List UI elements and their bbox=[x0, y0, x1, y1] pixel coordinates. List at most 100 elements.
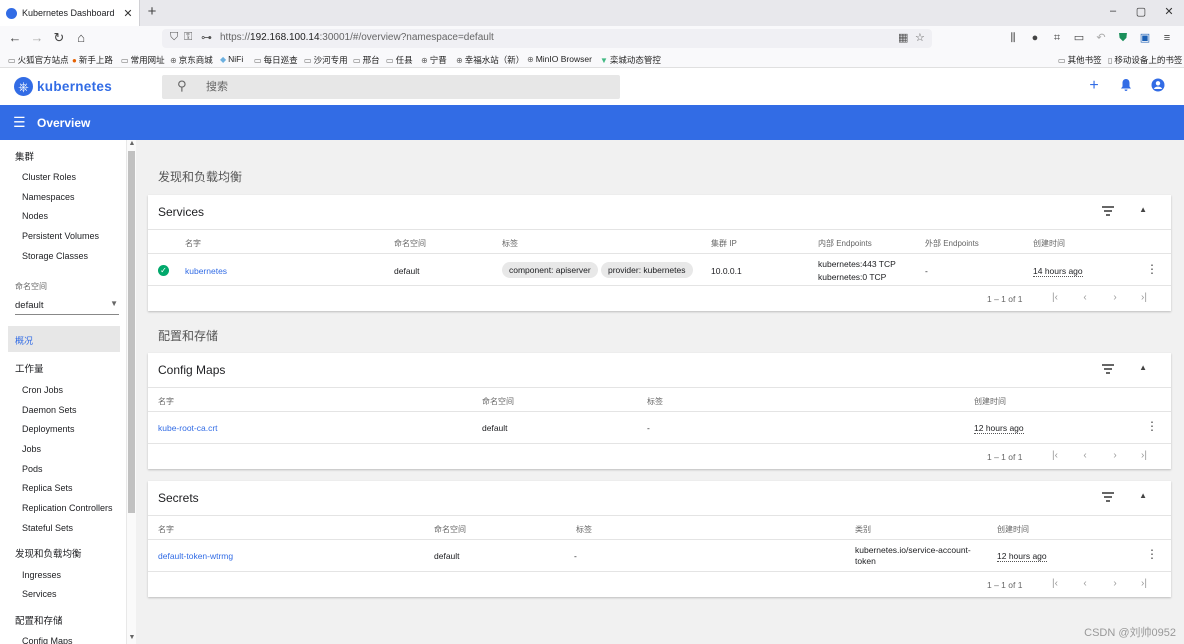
sidebar-item-stateful-sets[interactable]: Stateful Sets bbox=[22, 523, 73, 533]
bookmark-star-icon[interactable]: ☆ bbox=[915, 31, 925, 44]
create-plus-icon[interactable]: + bbox=[1086, 78, 1102, 94]
filter-icon[interactable] bbox=[1101, 364, 1115, 376]
column-header[interactable]: 名字 bbox=[158, 524, 174, 535]
bookmark-item[interactable]: ▯ 移动设备上的书签 bbox=[1108, 54, 1182, 66]
bookmark-item[interactable]: ⊕ MinIO Browser bbox=[527, 54, 592, 64]
sidebar-item-daemon-sets[interactable]: Daemon Sets bbox=[22, 405, 77, 415]
collapse-icon[interactable]: ▲ bbox=[1139, 205, 1147, 214]
bookmark-item[interactable]: ⊕ 幸福水站（新） bbox=[456, 54, 524, 66]
search-box[interactable]: ⚲ bbox=[162, 75, 620, 99]
last-page-icon[interactable]: ›| bbox=[1138, 578, 1150, 589]
app-name[interactable]: kubernetes bbox=[37, 79, 112, 94]
sidebar-item-config-maps[interactable]: Config Maps bbox=[22, 636, 73, 644]
back-icon[interactable]: ← bbox=[7, 30, 23, 46]
sidebar-item-pods[interactable]: Pods bbox=[22, 464, 43, 474]
bookmark-item[interactable]: ▭ 任县 bbox=[386, 54, 413, 66]
row-actions-menu-icon[interactable]: ⋮ bbox=[1146, 263, 1158, 275]
account-circle-icon[interactable] bbox=[1150, 78, 1166, 94]
undo-icon[interactable]: ↶ bbox=[1094, 31, 1108, 45]
sidebar-item-ingresses[interactable]: Ingresses bbox=[22, 570, 61, 580]
column-header[interactable]: 名字 bbox=[185, 238, 201, 249]
bookmark-item[interactable]: ⊕ 京东商城 bbox=[170, 54, 213, 66]
column-header[interactable]: 名字 bbox=[158, 396, 174, 407]
translate-extension-icon[interactable]: ▣ bbox=[1138, 31, 1152, 45]
window-close-icon[interactable]: ✕ bbox=[1162, 5, 1176, 18]
collapse-icon[interactable]: ▲ bbox=[1139, 363, 1147, 372]
sidebar-item-nodes[interactable]: Nodes bbox=[22, 211, 48, 221]
sidebar-item-cron-jobs[interactable]: Cron Jobs bbox=[22, 385, 63, 395]
sidebar-item-storage-classes[interactable]: Storage Classes bbox=[22, 251, 88, 261]
last-page-icon[interactable]: ›| bbox=[1138, 450, 1150, 461]
filter-icon[interactable] bbox=[1101, 492, 1115, 504]
forward-icon[interactable]: → bbox=[29, 30, 45, 46]
column-header[interactable]: 创建时间 bbox=[1033, 238, 1065, 249]
bookmark-item[interactable]: ▭ 常用网址 bbox=[121, 54, 165, 66]
next-page-icon[interactable]: › bbox=[1109, 292, 1121, 303]
menu-hamburger-icon[interactable]: ☰ bbox=[13, 114, 26, 130]
bookmark-item[interactable]: ▼ 栾城动态管控 bbox=[600, 54, 661, 66]
sidebar-item-namespaces[interactable]: Namespaces bbox=[22, 192, 75, 202]
kubernetes-logo-icon[interactable]: ⎈ bbox=[14, 77, 33, 96]
search-input[interactable] bbox=[206, 79, 506, 95]
namespace-select[interactable]: default ▼ bbox=[15, 297, 119, 315]
minimize-icon[interactable]: – bbox=[1106, 5, 1120, 17]
bookmark-item[interactable]: ⊕ 宁晋 bbox=[421, 54, 447, 66]
previous-page-icon[interactable]: ‹ bbox=[1079, 578, 1091, 589]
lock-warning-icon[interactable]: ⚿ bbox=[184, 31, 192, 44]
chat-icon[interactable]: ▭ bbox=[1072, 31, 1086, 45]
next-page-icon[interactable]: › bbox=[1109, 578, 1121, 589]
bookmark-item[interactable]: ▭ 火狐官方站点 bbox=[8, 54, 69, 66]
column-header[interactable]: 命名空间 bbox=[434, 524, 466, 535]
filter-icon[interactable] bbox=[1101, 206, 1115, 218]
first-page-icon[interactable]: |‹ bbox=[1049, 578, 1061, 589]
service-name-link[interactable]: kubernetes bbox=[185, 266, 227, 276]
crop-icon[interactable]: ⌗ bbox=[1050, 31, 1064, 45]
bookmark-item[interactable]: ▭ 其他书签 bbox=[1058, 54, 1102, 66]
secret-name-link[interactable]: default-token-wtrmg bbox=[158, 551, 233, 561]
previous-page-icon[interactable]: ‹ bbox=[1079, 292, 1091, 303]
sidebar-heading-cluster[interactable]: 集群 bbox=[15, 149, 34, 163]
shield-icon[interactable]: ⛉ bbox=[170, 31, 178, 44]
sidebar-item-jobs[interactable]: Jobs bbox=[22, 444, 41, 454]
row-actions-menu-icon[interactable]: ⋮ bbox=[1146, 420, 1158, 432]
sidebar-item-cluster-roles[interactable]: Cluster Roles bbox=[22, 172, 76, 182]
first-page-icon[interactable]: |‹ bbox=[1049, 292, 1061, 303]
column-header[interactable]: 命名空间 bbox=[394, 238, 426, 249]
reload-icon[interactable]: ↻ bbox=[51, 30, 67, 46]
home-icon[interactable]: ⌂ bbox=[73, 30, 89, 46]
sidebar-item-deployments[interactable]: Deployments bbox=[22, 424, 75, 434]
browser-tab[interactable]: Kubernetes Dashboard ✕ bbox=[0, 0, 140, 26]
tab-close-icon[interactable]: ✕ bbox=[123, 7, 133, 20]
bookmark-item[interactable]: ● 新手上路 bbox=[72, 54, 113, 66]
previous-page-icon[interactable]: ‹ bbox=[1079, 450, 1091, 461]
library-icon[interactable]: ⫼ bbox=[1006, 31, 1020, 45]
config-map-name-link[interactable]: kube-root-ca.crt bbox=[158, 423, 218, 433]
shield-extension-icon[interactable]: ⛊ bbox=[1116, 31, 1130, 45]
new-tab-button[interactable]: + bbox=[145, 4, 159, 20]
sidebar-heading-workloads[interactable]: 工作量 bbox=[15, 361, 44, 375]
sidebar-item-overview[interactable]: 概况 bbox=[8, 326, 120, 352]
column-header[interactable]: 命名空间 bbox=[482, 396, 514, 407]
sidebar-item-persistent-volumes[interactable]: Persistent Volumes bbox=[22, 231, 99, 241]
qr-code-icon[interactable]: ▦ bbox=[898, 31, 908, 44]
column-header[interactable]: 创建时间 bbox=[974, 396, 1006, 407]
app-menu-icon[interactable]: ≡ bbox=[1160, 31, 1174, 45]
scrollbar-thumb[interactable] bbox=[128, 151, 135, 513]
sidebar-item-replication-controllers[interactable]: Replication Controllers bbox=[22, 503, 113, 513]
extension-badge-icon[interactable]: ● bbox=[1028, 31, 1042, 45]
row-actions-menu-icon[interactable]: ⋮ bbox=[1146, 548, 1158, 560]
maximize-icon[interactable]: ▢ bbox=[1134, 5, 1148, 18]
last-page-icon[interactable]: ›| bbox=[1138, 292, 1150, 303]
bookmark-item[interactable]: ▭ 每日巡查 bbox=[254, 54, 298, 66]
sidebar-scrollbar[interactable]: ▲ ▼ bbox=[126, 140, 136, 644]
bookmark-item[interactable]: ▭ 邢台 bbox=[353, 54, 380, 66]
first-page-icon[interactable]: |‹ bbox=[1049, 450, 1061, 461]
url-bar[interactable]: ⛉ ⚿ ⊶ https://192.168.100.14:30001/#/ove… bbox=[162, 29, 932, 48]
sidebar-item-services[interactable]: Services bbox=[22, 589, 57, 599]
sidebar-heading-config[interactable]: 配置和存储 bbox=[15, 613, 63, 627]
bookmark-item[interactable]: ▭ 沙河专用 bbox=[304, 54, 348, 66]
sidebar-item-replica-sets[interactable]: Replica Sets bbox=[22, 483, 73, 493]
collapse-icon[interactable]: ▲ bbox=[1139, 491, 1147, 500]
column-header[interactable]: 创建时间 bbox=[997, 524, 1029, 535]
bookmark-item[interactable]: ◆ NiFi bbox=[220, 54, 243, 64]
